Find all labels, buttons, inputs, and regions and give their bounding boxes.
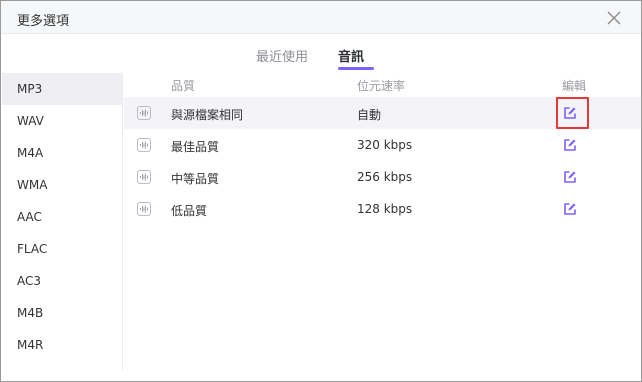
header-edit: 編輯 (562, 79, 587, 93)
table-row[interactable]: 中等品質 256 kbps (124, 161, 641, 193)
header-quality: 品質 (171, 79, 196, 93)
tab-recent[interactable]: 最近使用 (256, 46, 308, 65)
edit-highlight-box (556, 97, 589, 129)
table-row[interactable]: 最佳品質 320 kbps (124, 129, 641, 161)
quality-table: 品質 位元速率 編輯 與源檔案相同 自動 最佳品質 320 kbps 中等品質 … (124, 72, 641, 370)
quality-cell: 與源檔案相同 (171, 108, 244, 122)
sidebar-item-wma[interactable]: WMA (2, 169, 122, 201)
bitrate-cell: 256 kbps (357, 170, 413, 184)
sidebar-item-mp3[interactable]: MP3 (2, 73, 122, 105)
sidebar-item-aac[interactable]: AAC (2, 201, 122, 233)
title-bar: 更多選項 (1, 1, 641, 34)
sidebar-item-flac[interactable]: FLAC (2, 233, 122, 265)
sidebar-item-wav[interactable]: WAV (2, 105, 122, 137)
quality-cell: 低品質 (171, 204, 208, 218)
sidebar-item-m4a[interactable]: M4A (2, 137, 122, 169)
bitrate-cell: 128 kbps (357, 202, 413, 216)
audio-wave-icon (137, 138, 151, 152)
close-icon[interactable] (605, 9, 623, 27)
sidebar-item-ac3[interactable]: AC3 (2, 265, 122, 297)
audio-wave-icon (137, 170, 151, 184)
format-sidebar: MP3 WAV M4A WMA AAC FLAC AC3 M4B M4R (2, 72, 123, 370)
audio-wave-icon (137, 202, 151, 216)
sidebar-item-m4b[interactable]: M4B (2, 297, 122, 329)
quality-cell: 中等品質 (171, 172, 220, 186)
dialog-title: 更多選項 (17, 14, 70, 29)
active-tab-indicator (338, 67, 374, 70)
more-options-dialog: 更多選項 最近使用 音訊 MP3 WAV M4A WMA AAC FLAC AC… (0, 0, 642, 382)
edit-icon[interactable] (563, 170, 577, 184)
bitrate-cell: 自動 (357, 108, 382, 122)
edit-icon[interactable] (563, 138, 577, 152)
sidebar-item-m4r[interactable]: M4R (2, 329, 122, 361)
table-row[interactable]: 低品質 128 kbps (124, 193, 641, 225)
audio-wave-icon (137, 106, 151, 120)
quality-cell: 最佳品質 (171, 140, 220, 154)
edit-icon[interactable] (563, 202, 577, 216)
tab-audio[interactable]: 音訊 (338, 46, 364, 65)
tab-bar: 最近使用 音訊 (1, 34, 641, 72)
bitrate-cell: 320 kbps (357, 138, 413, 152)
header-bitrate: 位元速率 (357, 79, 406, 93)
